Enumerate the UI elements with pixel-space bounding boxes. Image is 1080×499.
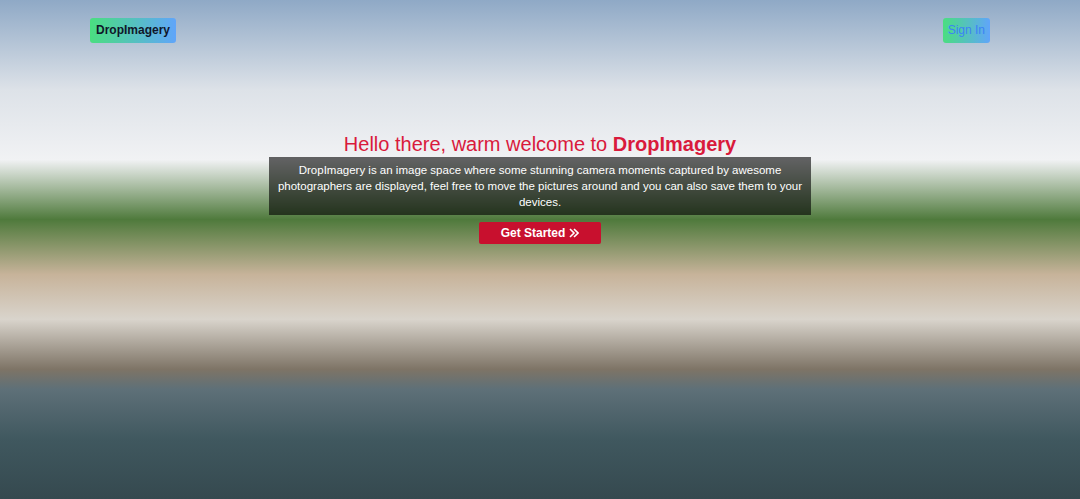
- hero-description: DropImagery is an image space where some…: [269, 157, 811, 215]
- double-chevron-icon: [569, 228, 579, 238]
- hero: Hello there, warm welcome to DropImagery…: [0, 131, 1080, 244]
- top-bar: DropImagery Sign In: [0, 0, 1080, 43]
- get-started-button[interactable]: Get Started: [479, 222, 602, 244]
- sign-in-button[interactable]: Sign In: [943, 18, 990, 43]
- logo-button[interactable]: DropImagery: [90, 18, 176, 43]
- get-started-label: Get Started: [501, 226, 566, 240]
- heading-brand: DropImagery: [613, 133, 736, 155]
- hero-heading: Hello there, warm welcome to DropImagery: [344, 131, 736, 157]
- heading-prefix: Hello there, warm welcome to: [344, 133, 613, 155]
- landing-page: DropImagery Sign In Hello there, warm we…: [0, 0, 1080, 499]
